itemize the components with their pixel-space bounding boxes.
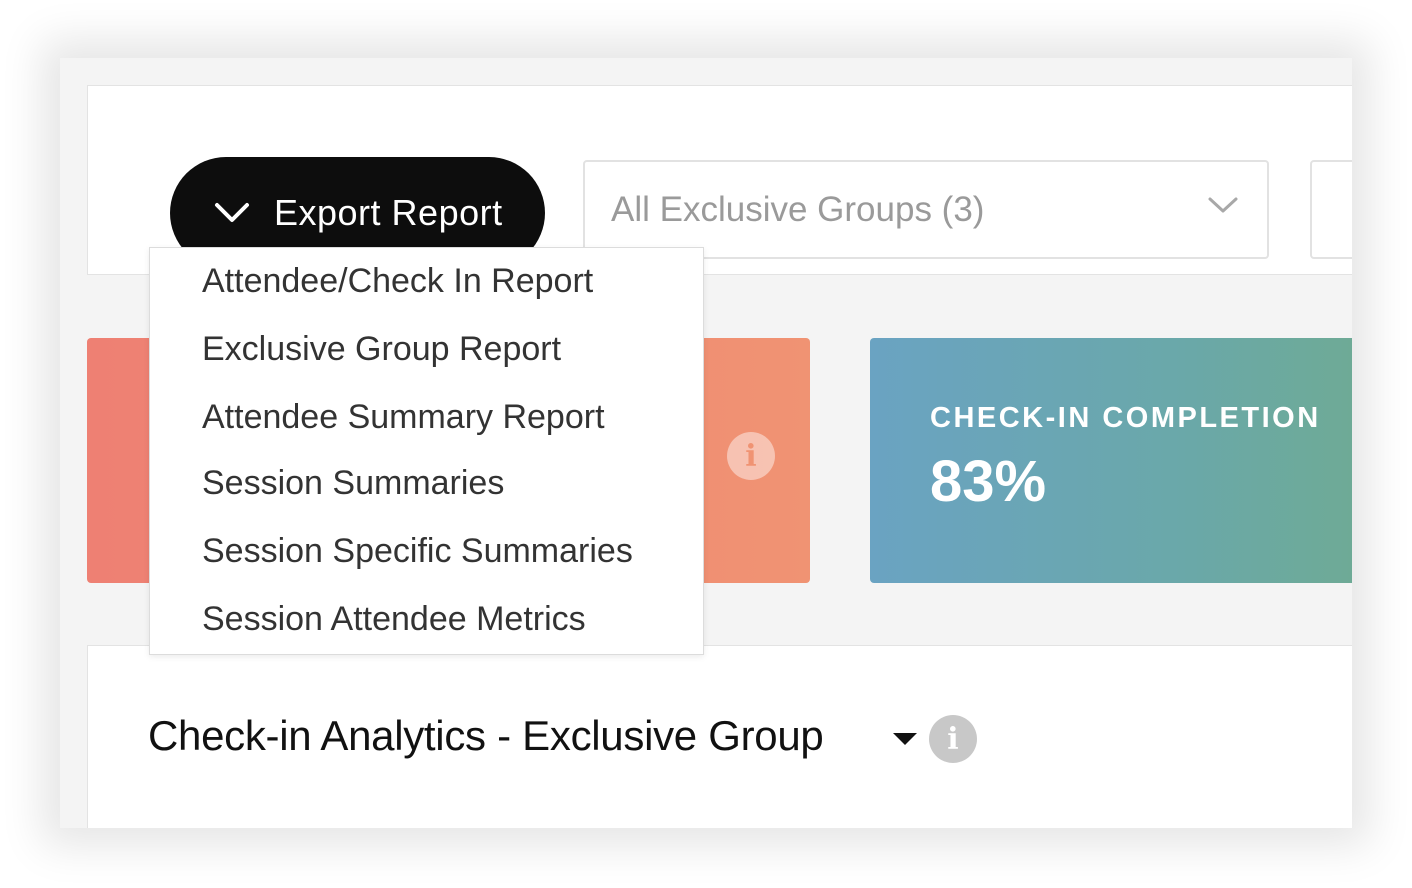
caret-down-icon[interactable] [892,732,918,751]
app-frame: Export Report All Exclusive Groups (3) M… [60,58,1352,828]
checkin-completion-label: CHECK-IN COMPLETION [930,402,1321,434]
menu-item-session-attendee-metrics[interactable]: Session Attendee Metrics [202,600,586,639]
secondary-select[interactable]: M [1310,160,1352,259]
export-report-label: Export Report [274,192,503,233]
menu-item-attendee-check-in-report[interactable]: Attendee/Check In Report [202,262,593,301]
select-chevron-icon [1207,196,1239,221]
analytics-title: Check-in Analytics - Exclusive Group [148,712,824,759]
menu-item-session-specific-summaries[interactable]: Session Specific Summaries [202,532,633,571]
chevron-down-icon [214,202,250,224]
info-icon[interactable]: i [727,432,775,480]
export-report-menu: Attendee/Check In Report Exclusive Group… [149,247,704,655]
menu-item-session-summaries[interactable]: Session Summaries [202,464,504,503]
checkin-completion-value: 83% [930,449,1047,514]
info-icon[interactable]: i [929,715,977,763]
menu-item-attendee-summary-report[interactable]: Attendee Summary Report [202,398,605,437]
analytics-card: Check-in Analytics - Exclusive Group i [87,645,1352,828]
stat-card-checkin-completion: CHECK-IN COMPLETION 83% [870,338,1352,583]
exclusive-groups-select[interactable]: All Exclusive Groups (3) [583,160,1269,259]
menu-item-exclusive-group-report[interactable]: Exclusive Group Report [202,330,561,369]
exclusive-groups-select-value: All Exclusive Groups (3) [611,189,985,229]
